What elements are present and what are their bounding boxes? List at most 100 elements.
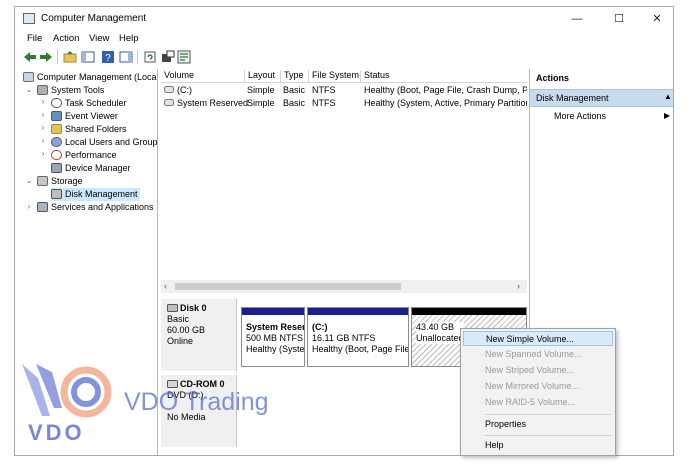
tree-item-device-manager[interactable]: Device Manager <box>51 162 131 175</box>
up-folder-icon[interactable] <box>63 50 77 64</box>
title-bar[interactable]: Computer Management — ☐ ✕ <box>15 7 673 31</box>
volume-status: Healthy (System, Active, Primary Partiti… <box>364 98 527 108</box>
tree-item-shared-folders[interactable]: Shared Folders <box>51 123 127 136</box>
partition-c-drive[interactable]: (C:) 16.11 GB NTFS Healthy (Boot, Page F… <box>307 307 409 367</box>
menu-separator <box>485 435 611 436</box>
disk-icon <box>167 304 178 312</box>
menu-view[interactable]: View <box>89 33 109 44</box>
partition-name: (C:) <box>312 322 328 332</box>
chevron-down-icon[interactable]: ⌄ <box>25 85 33 94</box>
toolbar: ? <box>15 47 673 67</box>
menu-item-new-raid5-volume[interactable]: New RAID-5 Volume... <box>463 395 613 410</box>
menu-item-new-spanned-volume[interactable]: New Spanned Volume... <box>463 347 613 362</box>
menu-item-new-mirrored-volume[interactable]: New Mirrored Volume... <box>463 379 613 394</box>
storage-icon <box>37 176 48 186</box>
performance-icon <box>51 150 62 160</box>
menu-help[interactable]: Help <box>119 33 139 44</box>
chevron-right-icon[interactable]: › <box>39 123 47 132</box>
partition-system-reserved[interactable]: System Reser 500 MB NTFS Healthy (Syste <box>241 307 305 367</box>
chevron-right-icon[interactable]: › <box>25 202 33 211</box>
window-title: Computer Management <box>41 13 147 24</box>
scroll-left-icon[interactable]: ‹ <box>164 281 167 291</box>
drive-icon <box>164 86 174 93</box>
show-hide-action-pane-icon[interactable] <box>119 50 133 64</box>
svg-text:?: ? <box>105 53 111 64</box>
close-button[interactable]: ✕ <box>647 11 667 27</box>
tree-item-event-viewer[interactable]: Event Viewer <box>51 110 118 123</box>
services-icon <box>37 202 48 212</box>
tree-item-storage[interactable]: Storage <box>37 175 83 188</box>
volume-name: (C:) <box>177 85 192 95</box>
column-header-status[interactable]: Status <box>361 70 527 82</box>
clock-icon <box>51 98 62 108</box>
menu-action[interactable]: Action <box>53 33 79 44</box>
disk-state: Online <box>167 336 194 346</box>
chevron-right-icon[interactable]: › <box>39 149 47 158</box>
chevron-down-icon[interactable]: ⌄ <box>25 176 33 185</box>
cdrom-icon <box>167 380 178 388</box>
system-tools-icon <box>37 85 48 95</box>
volume-file-system: NTFS <box>312 85 336 95</box>
menu-bar: File Action View Help <box>15 31 673 47</box>
tree-item-root[interactable]: Computer Management (Local <box>23 71 158 84</box>
tree-item-label: Device Manager <box>65 163 131 173</box>
disk-0-label[interactable]: Disk 0 Basic 60.00 GB Online <box>161 299 237 371</box>
menu-item-new-simple-volume[interactable]: New Simple Volume... <box>463 331 613 346</box>
more-actions-label: More Actions <box>554 111 607 121</box>
users-icon <box>51 137 62 147</box>
computer-management-icon <box>23 72 34 82</box>
column-header-type[interactable]: Type <box>281 70 309 82</box>
help-icon[interactable]: ? <box>101 50 115 64</box>
tree-item-disk-management[interactable]: Disk Management <box>51 188 140 201</box>
partition-bar <box>308 308 408 315</box>
refresh-icon[interactable] <box>143 50 157 64</box>
forward-arrow-icon[interactable] <box>39 50 53 64</box>
partition-size: 16.11 GB NTFS <box>312 333 376 343</box>
disk-type: Basic <box>167 314 190 324</box>
maximize-button[interactable]: ☐ <box>609 11 629 27</box>
tree-item-performance[interactable]: Performance <box>51 149 117 162</box>
column-header-volume[interactable]: Volume <box>161 70 245 82</box>
tree-item-local-users[interactable]: Local Users and Groups <box>51 136 157 149</box>
menu-file[interactable]: File <box>27 33 42 44</box>
disk-name: Disk 0 <box>180 303 207 313</box>
tree-item-services[interactable]: Services and Applications <box>37 201 154 214</box>
toolbar-separator <box>137 50 138 64</box>
tree-item-label: System Tools <box>51 85 105 95</box>
scroll-right-icon[interactable]: › <box>517 281 520 291</box>
chevron-right-icon[interactable]: › <box>39 97 47 106</box>
connect-disk-icon[interactable] <box>161 50 175 64</box>
volume-type: Basic <box>283 98 306 108</box>
collapse-arrow-icon[interactable]: ▲ <box>664 92 672 101</box>
properties-icon[interactable] <box>177 50 191 64</box>
volume-name: System Reserved <box>177 98 249 108</box>
menu-item-new-striped-volume[interactable]: New Striped Volume... <box>463 363 613 378</box>
partition-size: 500 MB NTFS <box>246 333 304 343</box>
tree-item-task-scheduler[interactable]: Task Scheduler <box>51 97 127 110</box>
chevron-right-icon[interactable]: › <box>39 110 47 119</box>
tree-item-label: Event Viewer <box>65 111 118 121</box>
scrollbar-thumb[interactable] <box>175 283 401 290</box>
watermark-brand: VDO Trading <box>124 388 269 416</box>
menu-item-properties[interactable]: Properties <box>463 417 613 432</box>
volume-layout: Simple <box>247 98 275 108</box>
horizontal-scrollbar[interactable]: ‹ › <box>161 280 527 293</box>
back-arrow-icon[interactable] <box>23 50 37 64</box>
computer-management-icon <box>23 13 35 24</box>
tree-item-system-tools[interactable]: System Tools <box>37 84 104 97</box>
column-header-layout[interactable]: Layout <box>245 70 281 82</box>
partition-size: 43.40 GB <box>416 322 455 332</box>
tree-item-label: Computer Management (Local <box>37 72 158 82</box>
partition-status: Healthy (Syste <box>246 344 305 354</box>
show-hide-console-tree-icon[interactable] <box>81 50 95 64</box>
column-header-file-system[interactable]: File System <box>309 70 361 82</box>
menu-item-help[interactable]: Help <box>463 438 613 453</box>
submenu-arrow-icon: ▶ <box>664 111 671 120</box>
minimize-button[interactable]: — <box>567 11 587 27</box>
more-actions-item[interactable]: More Actions ▶ <box>530 109 673 123</box>
actions-section-disk-management[interactable]: Disk Management ▲ <box>530 89 673 107</box>
vdo-logo-text: VDO <box>28 420 85 445</box>
chevron-right-icon[interactable]: › <box>39 136 47 145</box>
toolbar-separator <box>57 50 58 64</box>
menu-separator <box>485 414 611 415</box>
